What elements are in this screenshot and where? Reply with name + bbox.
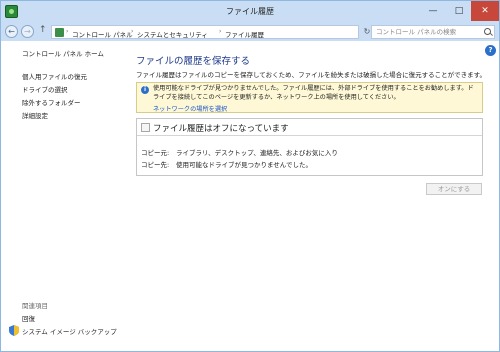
sidebar-item-select-drive[interactable]: ドライブの選択: [22, 84, 68, 94]
turn-on-button[interactable]: オンにする: [426, 183, 482, 195]
status-title: ファイル履歴はオフになっています: [153, 124, 289, 134]
sidebar-control-panel-home[interactable]: コントロール パネル ホーム: [22, 48, 104, 58]
forward-button[interactable]: →: [21, 25, 34, 38]
related-item-recovery[interactable]: 回復: [22, 313, 35, 323]
close-button[interactable]: ✕: [471, 1, 499, 21]
back-button[interactable]: ←: [5, 25, 18, 38]
search-input[interactable]: コントロール パネルの検索: [371, 25, 495, 39]
breadcrumb-separator-icon: ›: [219, 28, 222, 35]
breadcrumb-control-panel[interactable]: コントロール パネル: [72, 29, 133, 39]
breadcrumb-separator-icon: ›: [66, 28, 69, 35]
page-title: ファイルの履歴を保存する: [136, 56, 251, 67]
status-panel: ファイル履歴はオフになっています コピー元: ライブラリ、デスクトップ、連絡先、…: [136, 118, 483, 176]
sidebar-item-advanced-settings[interactable]: 詳細設定: [22, 110, 48, 120]
sidebar-item-exclude-folders[interactable]: 除外するフォルダー: [22, 97, 81, 107]
related-item-system-image-backup[interactable]: システム イメージ バックアップ: [22, 326, 117, 336]
minimize-button[interactable]: —: [420, 1, 446, 21]
search-icon: [484, 28, 491, 35]
address-bar[interactable]: › コントロール パネル › システムとセキュリティ › ファイル履歴 ⌄: [51, 25, 401, 39]
copy-from-label: コピー元:: [141, 149, 170, 157]
help-button[interactable]: ?: [485, 45, 496, 56]
breadcrumb-file-history[interactable]: ファイル履歴: [225, 29, 264, 39]
search-placeholder: コントロール パネルの検索: [376, 28, 457, 36]
info-message: 使用可能なドライブが見つかりませんでした。ファイル履歴には、外部ドライブを使用す…: [153, 85, 474, 101]
status-indicator-icon: [141, 123, 150, 132]
file-history-window: ファイル履歴 — □ ✕ ← → ↑ › コントロール パネル › システムとセ…: [0, 0, 500, 352]
breadcrumb-separator-icon: ›: [131, 28, 134, 35]
copy-from-value: ライブラリ、デスクトップ、連絡先、およびお気に入り: [176, 149, 338, 157]
maximize-button[interactable]: □: [446, 1, 472, 21]
select-network-location-link[interactable]: ネットワークの場所を選択: [153, 104, 227, 113]
breadcrumb-system-security[interactable]: システムとセキュリティ: [137, 29, 208, 39]
title-bar: ファイル履歴 — □ ✕: [1, 1, 499, 23]
up-button[interactable]: ↑: [39, 25, 47, 35]
copy-to-value: 使用可能なドライブが見つかりませんでした。: [176, 161, 312, 169]
status-header: ファイル履歴はオフになっています: [137, 119, 482, 136]
info-banner: i 使用可能なドライブが見つかりませんでした。ファイル履歴には、外部ドライブを使…: [136, 82, 483, 113]
shield-icon: [9, 325, 19, 336]
related-heading: 関連項目: [22, 302, 48, 310]
navigation-bar: ← → ↑ › コントロール パネル › システムとセキュリティ › ファイル履…: [1, 23, 499, 41]
info-icon: i: [141, 86, 149, 94]
control-panel-icon: [55, 28, 64, 37]
sidebar-item-restore-files[interactable]: 個人用ファイルの復元: [22, 71, 87, 81]
page-description: ファイル履歴はファイルのコピーを保存しておくため、ファイルを紛失または破損した場…: [136, 71, 486, 79]
copy-to-label: コピー先:: [141, 161, 170, 169]
